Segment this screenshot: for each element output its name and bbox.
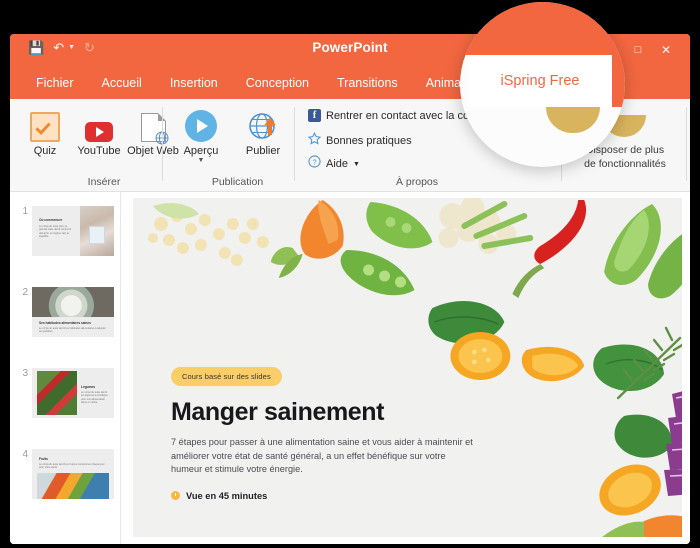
thumbnail-1-canvas: Où commencer Le corps du texte pour ce p… (32, 206, 114, 256)
best-practices-label: Bonnes pratiques (326, 135, 412, 147)
publish-button[interactable]: Publier (236, 106, 290, 157)
youtube-icon (85, 122, 113, 142)
preview-dropdown-icon[interactable]: ▼ (174, 157, 228, 165)
magnified-upgrade-graphic (546, 107, 600, 133)
preview-play-icon (185, 110, 217, 142)
thumbnail-1[interactable]: 1 Où commencer Le corps du texte pour ce… (18, 206, 114, 256)
ribbon-group-inserer: Quiz YouTube Objet Web Insérer (14, 99, 194, 191)
clock-icon (171, 491, 180, 500)
current-slide[interactable]: Cours basé sur des slides Manger saineme… (133, 198, 682, 537)
ribbon-group-publication: Aperçu ▼ Publier Publication (170, 99, 305, 191)
tab-fichier[interactable]: Fichier (22, 67, 88, 99)
thumbnail-3-body: Le corps du texte décrit les légumes à p… (81, 391, 108, 405)
thumbnail-1-body: Le corps du texte pour ce premier slide … (39, 225, 72, 239)
magnified-ispring-tab[interactable]: iSpring Free (468, 55, 612, 107)
slide-duration-label: Vue en 45 minutes (186, 490, 268, 501)
magnified-ispring-tab-label: iSpring Free (500, 73, 580, 89)
slide-text-block: Cours basé sur des slides Manger saineme… (171, 366, 476, 501)
thumbnail-4-title: Fruits (39, 457, 48, 461)
slide-duration: Vue en 45 minutes (171, 491, 476, 501)
tab-insertion[interactable]: Insertion (156, 67, 232, 99)
slide-thumbnail-panel[interactable]: 1 Où commencer Le corps du texte pour ce… (10, 192, 121, 544)
quiz-button-label: Quiz (33, 145, 57, 157)
star-icon (307, 131, 322, 150)
thumbnail-3-canvas: Légumes Le corps du texte décrit les lég… (32, 368, 114, 418)
publish-button-label: Publier (245, 145, 281, 157)
thumbnail-2[interactable]: 2 Ses habitudes alimentaires saines Le c… (18, 287, 114, 337)
ribbon-group-label-a-propos: À propos (395, 176, 439, 188)
ribbon-divider-4 (686, 107, 687, 181)
tab-transitions[interactable]: Transitions (323, 67, 412, 99)
slide-badge: Cours basé sur des slides (171, 367, 282, 386)
thumbnail-2-canvas: Ses habitudes alimentaires saines Le cor… (32, 287, 114, 337)
tab-accueil[interactable]: Accueil (88, 67, 156, 99)
magnifier-orange-top (460, 2, 625, 55)
ribbon-group-label-inserer: Insérer (87, 176, 121, 188)
ribbon-divider-1 (162, 107, 163, 181)
thumbnail-2-title: Ses habitudes alimentaires saines (39, 321, 91, 325)
thumbnail-4[interactable]: 4 Fruits Le corps du texte décrit les fr… (18, 449, 114, 499)
slide-stage: Cours basé sur des slides Manger saineme… (121, 192, 690, 544)
maximize-button[interactable]: □ (624, 39, 652, 61)
thumbnail-2-body: Le corps du texte décrit les habitudes a… (39, 327, 106, 334)
help-icon: ? (308, 155, 321, 173)
magnifier-orange-right (612, 55, 625, 107)
thumbnail-2-number: 2 (22, 287, 28, 298)
screenshot-stage: 💾 ↶ ▼ ↻ PowerPoint — □ ✕ Fichier Accueil… (0, 0, 700, 548)
thumbnail-3-number: 3 (22, 368, 28, 379)
thumbnail-4-body: Le corps du texte décrit les fruits à co… (39, 463, 105, 470)
slide-description: 7 étapes pour passer à une alimentation … (171, 437, 473, 474)
thumbnail-1-title: Où commencer (39, 218, 63, 222)
ribbon-divider-2 (294, 107, 295, 181)
publish-globe-icon (248, 112, 278, 142)
help-dropdown-icon[interactable]: ▼ (353, 161, 360, 168)
quiz-button[interactable]: Quiz (18, 106, 72, 157)
upgrade-text-line2: de fonctionnalités (584, 158, 666, 170)
thumbnail-1-number: 1 (22, 206, 28, 217)
svg-text:?: ? (312, 157, 316, 166)
preview-button-label: Aperçu (183, 145, 219, 157)
youtube-button[interactable]: YouTube (72, 106, 126, 157)
editor-body: 1 Où commencer Le corps du texte pour ce… (10, 192, 690, 544)
help-link[interactable]: ? Aide ▼ (308, 155, 360, 173)
slide-title: Manger sainement (171, 398, 385, 426)
quiz-icon (30, 112, 60, 142)
preview-button[interactable]: Aperçu ▼ (174, 106, 228, 165)
help-link-label: Aide (326, 158, 349, 170)
best-practices-link[interactable]: Bonnes pratiques (307, 131, 412, 150)
thumbnail-3-title: Légumes (81, 385, 95, 389)
close-button[interactable]: ✕ (652, 39, 680, 61)
facebook-icon: f (308, 109, 321, 122)
thumbnail-3[interactable]: 3 Légumes Le corps du texte décrit les l… (18, 368, 114, 418)
ribbon-group-label-publication: Publication (211, 176, 264, 188)
magnifier-spotlight: iSpring Free (460, 2, 625, 167)
youtube-button-label: YouTube (77, 145, 121, 157)
tab-conception[interactable]: Conception (232, 67, 323, 99)
thumbnail-4-canvas: Fruits Le corps du texte décrit les frui… (32, 449, 114, 499)
thumbnail-4-number: 4 (22, 449, 28, 460)
